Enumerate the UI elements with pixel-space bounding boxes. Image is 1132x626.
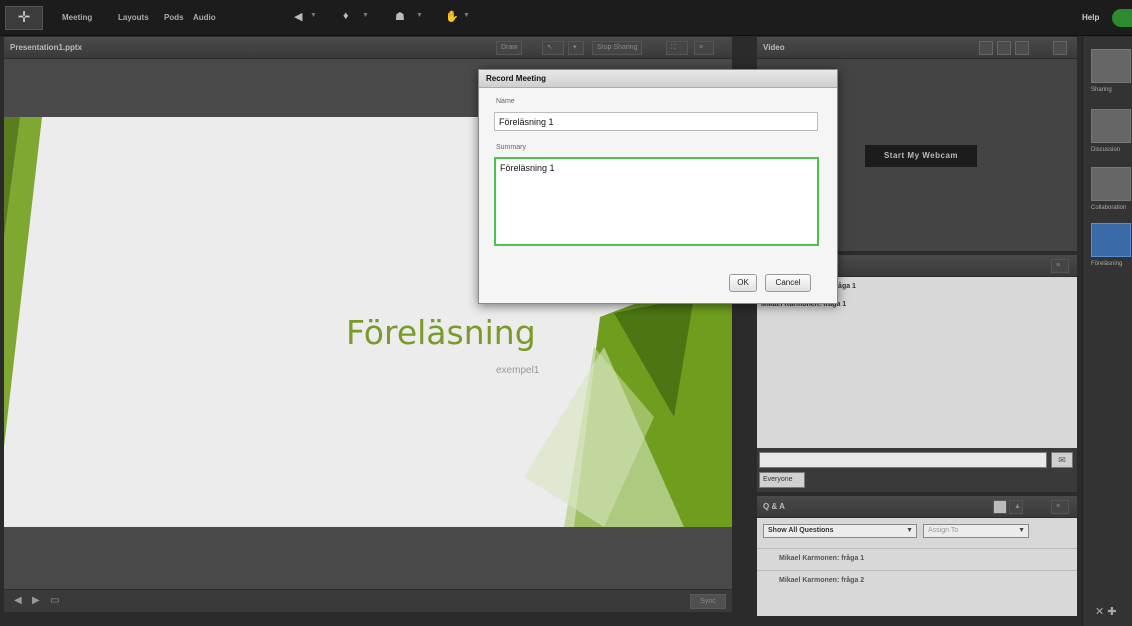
pointer-icon[interactable]: ↖ — [542, 41, 564, 55]
slide-title: Föreläsning — [346, 313, 536, 352]
menu-meeting[interactable]: Meeting — [62, 13, 92, 22]
draw-button[interactable]: Draw — [496, 41, 523, 55]
summary-input[interactable]: Föreläsning 1 — [494, 157, 819, 246]
name-label: Name — [496, 98, 515, 105]
qa-assign-select[interactable]: Assign To ▼ — [923, 524, 1029, 538]
sync-button[interactable]: Sync — [690, 594, 726, 609]
chat-tab-everyone[interactable]: Everyone — [759, 472, 805, 488]
layout-forelasning[interactable] — [1091, 223, 1131, 257]
menu-audio[interactable]: Audio — [193, 13, 216, 22]
layout-discussion-label: Discussion — [1091, 147, 1121, 153]
chat-input[interactable] — [759, 452, 1047, 468]
slide-thumbnails-icon[interactable]: ▭ — [50, 595, 59, 606]
qa-question-row[interactable]: Mikael Karmonen: fråga 1 — [757, 548, 1077, 570]
layout-discussion[interactable] — [1091, 109, 1131, 143]
host-view-icon[interactable] — [993, 500, 1007, 514]
collapse-layouts-icon[interactable]: ✕ ✚ — [1095, 605, 1117, 618]
speaker-dropdown-icon[interactable]: ▼ — [310, 12, 317, 19]
layout-collaboration-label: Collaboration — [1091, 205, 1127, 211]
previous-slide-icon[interactable]: ◀ — [14, 595, 22, 606]
chat-pod-menu-icon[interactable]: ≡ — [1051, 259, 1069, 273]
layout-forelasning-label: Föreläsning — [1091, 261, 1123, 267]
grid-view-icon[interactable] — [979, 41, 993, 55]
help-menu[interactable]: Help — [1082, 13, 1099, 22]
share-pod-footer: ◀ ▶ ▭ Sync — [4, 589, 732, 612]
qa-pod: Q & A ▲ ≡ Show All Questions ▼ Assign To… — [757, 496, 1077, 616]
slide-subtitle: exempel1 — [496, 365, 540, 376]
speaker-icon[interactable]: ◀ — [294, 10, 302, 23]
cancel-button[interactable]: Cancel — [765, 274, 811, 292]
next-slide-icon[interactable]: ▶ — [32, 595, 40, 606]
home-icon: ✛ — [17, 9, 31, 26]
record-meeting-dialog: Record Meeting Name Summary Föreläsning … — [478, 69, 838, 304]
top-menu-bar: ✛ Meeting Layouts Pods Audio ◀ ▼ ♦ ▼ ☗ ▼… — [0, 0, 1132, 36]
qa-pod-menu-icon[interactable]: ≡ — [1051, 500, 1069, 514]
filmstrip-view-icon[interactable] — [997, 41, 1011, 55]
layout-sharing-label: Sharing — [1091, 87, 1112, 93]
video-pod-menu-icon[interactable] — [1053, 41, 1067, 55]
qa-pod-header: Q & A ▲ ≡ — [757, 496, 1077, 518]
summary-label: Summary — [496, 144, 526, 151]
share-pod-title: Presentation1.pptx — [10, 43, 83, 52]
home-button[interactable]: ✛ — [5, 6, 43, 30]
microphone-icon[interactable]: ♦ — [343, 10, 349, 22]
qa-pod-title: Q & A — [763, 502, 785, 511]
share-pod-header: Presentation1.pptx Draw ↖ ▾ Stop Sharing… — [4, 37, 732, 59]
stop-sharing-button[interactable]: Stop Sharing — [592, 41, 643, 55]
status-toggle[interactable] — [1112, 9, 1132, 27]
raise-hand-dropdown-icon[interactable]: ▼ — [463, 12, 470, 19]
video-pod-title: Video — [763, 43, 785, 52]
start-webcam-button[interactable]: Start My Webcam — [865, 145, 977, 167]
webcam-icon[interactable]: ☗ — [395, 10, 405, 23]
microphone-dropdown-icon[interactable]: ▼ — [362, 12, 369, 19]
qa-filter-label: Show All Questions — [768, 527, 834, 534]
webcam-dropdown-icon[interactable]: ▼ — [416, 12, 423, 19]
raise-hand-icon[interactable]: ✋ — [445, 10, 459, 23]
video-fullscreen-icon[interactable] — [1015, 41, 1029, 55]
chevron-down-icon: ▼ — [906, 527, 913, 534]
menu-layouts[interactable]: Layouts — [118, 13, 149, 22]
video-pod-header: Video — [757, 37, 1077, 59]
ok-button[interactable]: OK — [729, 274, 757, 292]
qa-body: Show All Questions ▼ Assign To ▼ Mikael … — [757, 518, 1077, 616]
layout-collaboration[interactable] — [1091, 167, 1131, 201]
options-icon[interactable]: ▾ — [568, 41, 584, 55]
qa-question-row[interactable]: Mikael Karmonen: fråga 2 — [757, 570, 1077, 592]
fullscreen-icon[interactable]: ⛶ — [666, 41, 688, 55]
pod-menu-icon[interactable]: ≡ — [694, 41, 714, 55]
name-input[interactable] — [494, 112, 818, 131]
chevron-down-icon: ▼ — [1018, 527, 1025, 534]
chat-send-icon[interactable]: ✉ — [1051, 452, 1073, 468]
menu-pods[interactable]: Pods — [164, 13, 184, 22]
meeting-room: ✛ Meeting Layouts Pods Audio ◀ ▼ ♦ ▼ ☗ ▼… — [0, 0, 1132, 626]
layouts-bar: Sharing Discussion Collaboration Föreläs… — [1082, 37, 1132, 626]
qa-assign-label: Assign To — [928, 527, 959, 534]
dialog-title: Record Meeting — [479, 70, 837, 88]
qa-filter-select[interactable]: Show All Questions ▼ — [763, 524, 917, 538]
layout-sharing[interactable] — [1091, 49, 1131, 83]
presenter-view-icon[interactable]: ▲ — [1009, 500, 1023, 514]
